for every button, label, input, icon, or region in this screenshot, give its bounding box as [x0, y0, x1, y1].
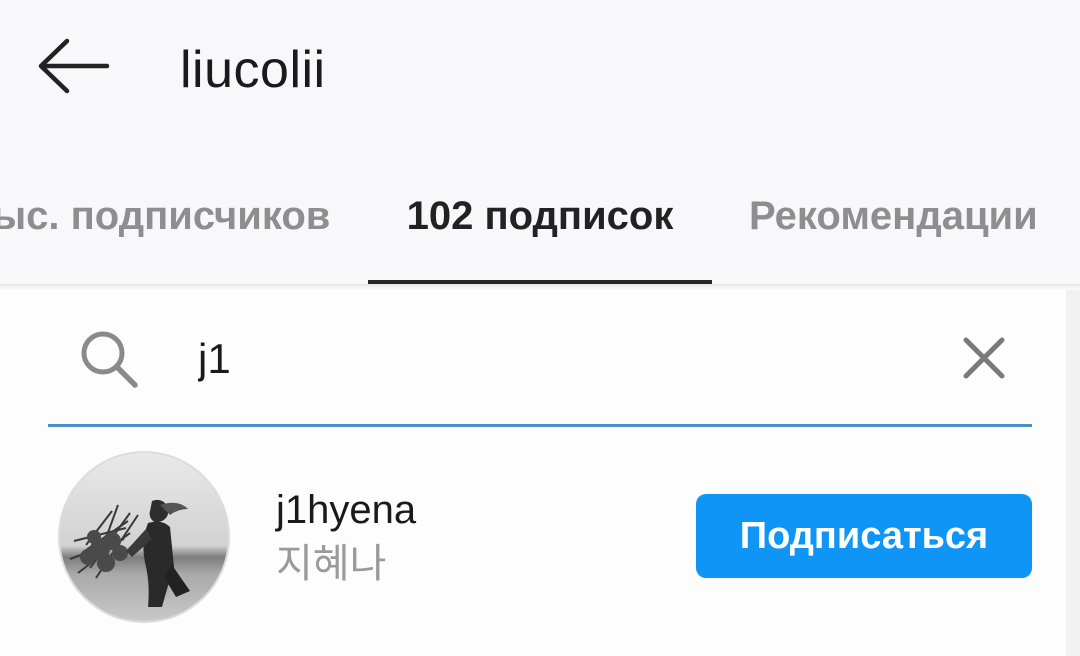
follow-button[interactable]: Подписаться: [696, 494, 1032, 578]
tab-following[interactable]: 102 подписок: [368, 186, 712, 246]
tab-recommendations[interactable]: Рекомендации: [749, 186, 1038, 246]
result-username[interactable]: j1hyena: [276, 486, 416, 534]
search-icon: [81, 331, 138, 388]
list-item[interactable]: j1hyena 지혜나 Подписаться: [0, 440, 1066, 640]
scrollbar-track[interactable]: [1066, 290, 1080, 656]
photo-avatar: [60, 453, 228, 621]
avatar[interactable]: [60, 453, 228, 621]
search-underline: [48, 424, 1032, 427]
search-input[interactable]: [198, 328, 918, 390]
close-icon[interactable]: [958, 332, 1010, 384]
back-button[interactable]: [28, 30, 118, 102]
result-full-name: 지혜나: [276, 541, 387, 587]
profile-username-title: liucolii: [180, 41, 326, 99]
top-bar-shadow: [0, 284, 1080, 290]
arrow-left-icon: [38, 38, 110, 94]
tab-followers[interactable]: ыс. подписчиков: [0, 186, 330, 246]
app-window: liucolii ыс. подписчиков 102 подписок Ре…: [0, 0, 1080, 656]
top-bar: liucolii ыс. подписчиков 102 подписок Ре…: [0, 0, 1080, 285]
